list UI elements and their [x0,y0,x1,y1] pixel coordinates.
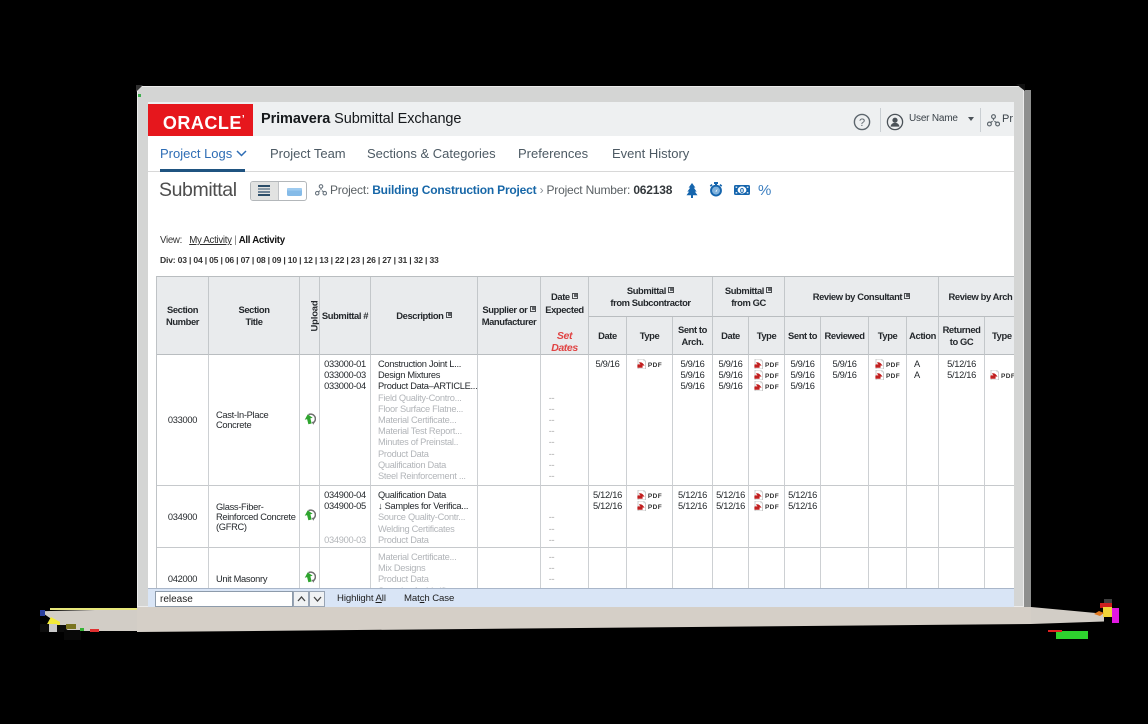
svg-text:?: ? [859,117,865,129]
svg-text:0: 0 [740,186,744,195]
